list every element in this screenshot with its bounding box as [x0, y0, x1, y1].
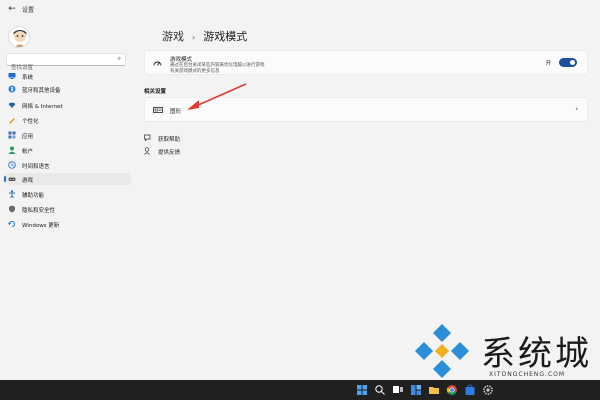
- search-icon[interactable]: ⌕: [118, 55, 121, 63]
- sidebar-item-time-language[interactable]: 时间和语言: [4, 159, 131, 171]
- feedback-label[interactable]: 提供反馈: [158, 148, 180, 156]
- sidebar-item-windows-update[interactable]: Windows 更新: [4, 218, 131, 230]
- task-view-icon[interactable]: [392, 384, 404, 396]
- sidebar-item-label: 游戏: [22, 178, 34, 184]
- bluetooth-icon: [8, 85, 16, 93]
- breadcrumb-parent[interactable]: 游戏: [162, 30, 184, 43]
- graphics-icon: [153, 106, 163, 116]
- sidebar-item-label: 网络 & Internet: [22, 104, 63, 110]
- get-help-label[interactable]: 获取帮助: [158, 135, 180, 143]
- apps-icon: [8, 131, 16, 139]
- widgets-icon[interactable]: [410, 384, 422, 396]
- file-explorer-icon[interactable]: [428, 384, 440, 396]
- store-icon[interactable]: [464, 384, 476, 396]
- toggle-knob: [570, 60, 575, 65]
- game-mode-gauge-icon: [153, 59, 162, 69]
- graphics-label: 图形: [170, 109, 182, 115]
- sidebar-item-accounts[interactable]: 帐户: [4, 144, 131, 156]
- avatar[interactable]: [8, 26, 30, 48]
- settings-icon[interactable]: [482, 384, 494, 396]
- sidebar-item-label: 蓝牙和其他设备: [22, 88, 61, 94]
- page-title: 游戏模式: [203, 30, 248, 43]
- sidebar-item-label: 辅助功能: [22, 193, 45, 199]
- watermark-subtext: XITONGCHENG.COM: [489, 371, 566, 378]
- privacy-shield-icon: [8, 205, 16, 213]
- network-icon: [8, 101, 16, 109]
- watermark-text: 系统城: [481, 334, 592, 374]
- graphics-setting-row[interactable]: 图形 ›: [144, 97, 588, 122]
- sidebar-item-personalization[interactable]: 个性化: [4, 114, 131, 126]
- windows-start-icon[interactable]: [356, 384, 368, 396]
- personalization-icon: [8, 116, 16, 124]
- title-bar: ← 设置: [0, 0, 600, 18]
- sidebar-item-label: 应用: [22, 134, 34, 140]
- related-settings-heading: 相关设置: [144, 89, 167, 95]
- watermark: 系统城 XITONGCHENG.COM: [405, 318, 600, 380]
- game-mode-card: 游戏模式 通过在后台关闭某些内容来优化电脑以进行游戏 有关游戏模式的更多信息 开: [144, 50, 588, 75]
- sidebar: ⌕ 系统 蓝牙和其他设备 网络 & Internet 个性化 应用 帐户: [0, 18, 140, 380]
- settings-search-box[interactable]: ⌕: [6, 53, 126, 74]
- back-arrow-icon[interactable]: ←: [6, 3, 18, 15]
- taskbar: [0, 380, 600, 400]
- accessibility-icon: [8, 190, 16, 199]
- windows-update-icon: [8, 220, 16, 228]
- sidebar-item-apps[interactable]: 应用: [4, 129, 131, 141]
- chrome-icon[interactable]: [446, 384, 458, 396]
- game-mode-toggle[interactable]: [559, 58, 577, 67]
- chevron-right-icon: ›: [575, 105, 578, 113]
- sidebar-item-network[interactable]: 网络 & Internet: [4, 99, 131, 111]
- sidebar-item-bluetooth[interactable]: 蓝牙和其他设备: [4, 83, 131, 95]
- sidebar-item-gaming[interactable]: 游戏: [4, 173, 131, 185]
- sidebar-item-label: 时间和语言: [22, 164, 50, 170]
- help-icon: [144, 134, 152, 144]
- sidebar-item-label: Windows 更新: [22, 223, 60, 229]
- sidebar-item-system[interactable]: 系统: [4, 70, 131, 82]
- system-icon: [8, 72, 16, 80]
- app-title: 设置: [22, 7, 35, 14]
- game-mode-toggle-label: 开: [545, 61, 551, 67]
- sidebar-item-label: 帐户: [22, 149, 34, 155]
- breadcrumb-separator: ›: [192, 33, 196, 42]
- game-mode-more-info: 有关游戏模式的更多信息: [170, 69, 220, 74]
- breadcrumb: 游戏 › 游戏模式: [162, 28, 247, 44]
- search-icon[interactable]: [374, 384, 386, 396]
- gaming-icon: [8, 175, 16, 183]
- sidebar-item-label: 隐私和安全性: [22, 208, 56, 214]
- time-language-icon: [8, 161, 16, 169]
- watermark-logo: [415, 324, 469, 378]
- accounts-icon: [8, 146, 16, 154]
- sidebar-item-accessibility[interactable]: 辅助功能: [4, 188, 131, 200]
- feedback-icon: [144, 147, 152, 157]
- sidebar-item-label: 系统: [22, 75, 34, 81]
- sidebar-item-privacy[interactable]: 隐私和安全性: [4, 203, 131, 215]
- sidebar-item-label: 个性化: [22, 119, 39, 125]
